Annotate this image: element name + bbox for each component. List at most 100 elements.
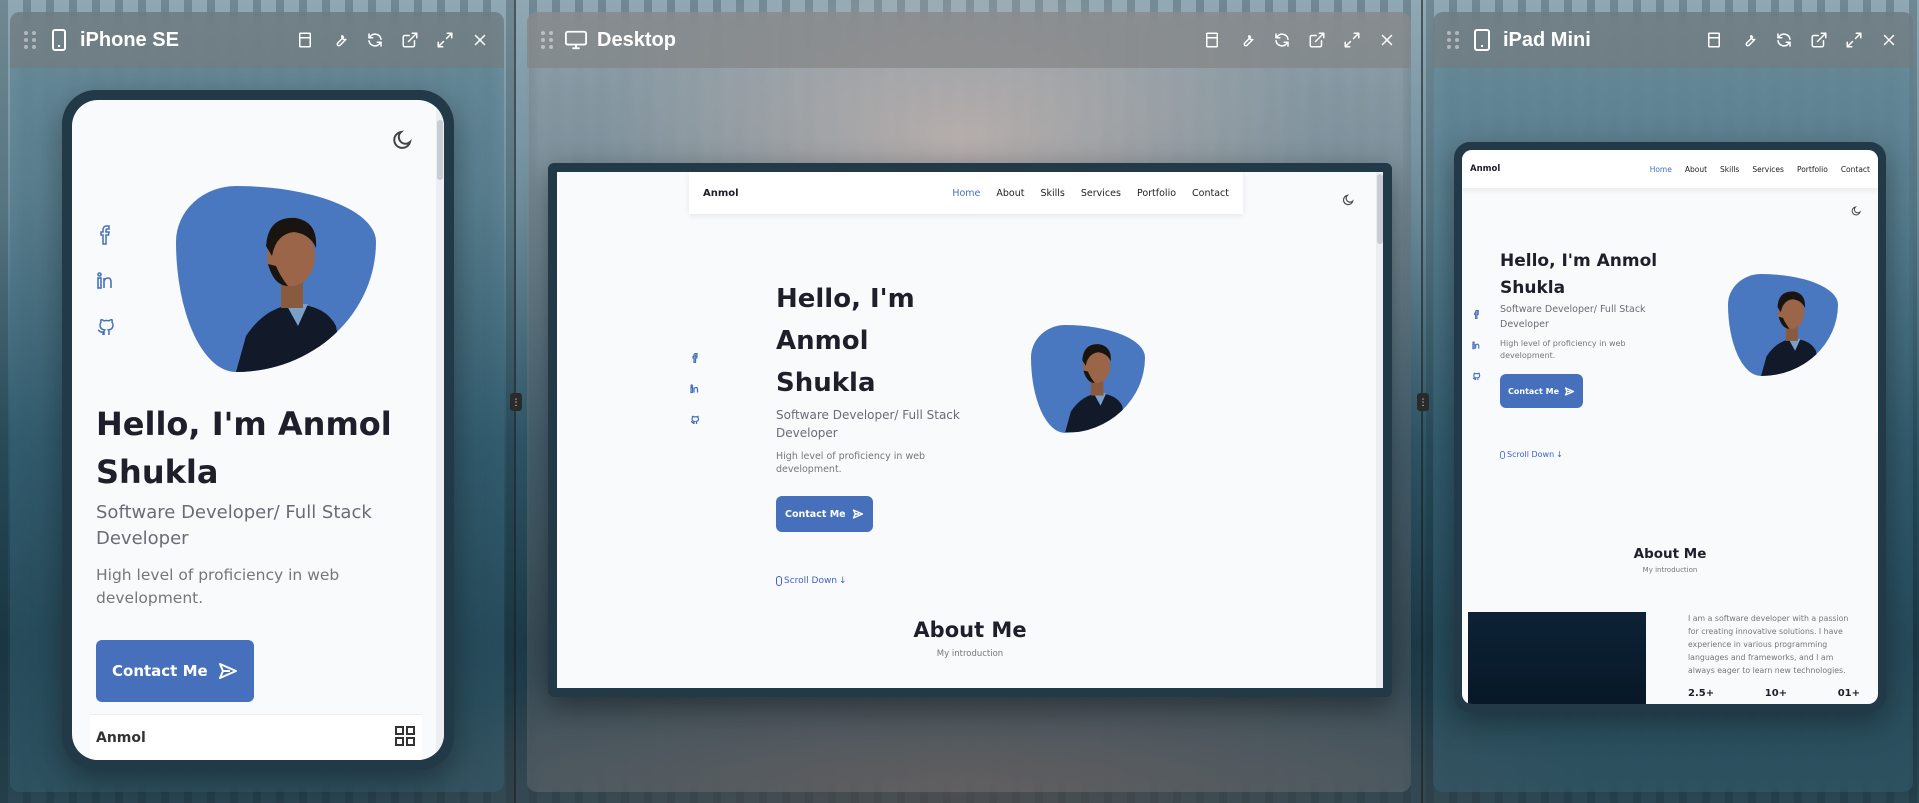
nav-portfolio[interactable]: Portfolio	[1797, 165, 1828, 174]
grid-menu-icon[interactable]	[394, 725, 416, 751]
nav-about[interactable]: About	[996, 188, 1024, 199]
drag-handle-icon[interactable]	[24, 31, 38, 49]
send-icon	[218, 663, 237, 679]
nav-about[interactable]: About	[1685, 165, 1707, 174]
stat-value: 2.5+	[1688, 688, 1715, 699]
about-heading: About Me	[913, 618, 1027, 642]
bookmark-icon[interactable]	[1202, 30, 1222, 50]
bookmark-icon[interactable]	[1704, 30, 1724, 50]
nav-contact[interactable]: Contact	[1841, 165, 1870, 174]
scroll-down-link[interactable]: Scroll Down ↓	[776, 576, 966, 586]
maximize-icon[interactable]	[435, 30, 455, 50]
moon-icon[interactable]	[390, 128, 414, 156]
about-subtitle: My introduction	[936, 649, 1004, 659]
hero-description: High level of proficiency in web develop…	[1500, 339, 1626, 360]
about-heading: About Me	[1633, 546, 1707, 562]
about-image	[1468, 612, 1646, 704]
brand-logo[interactable]: Anmol	[1470, 164, 1500, 174]
github-icon[interactable]	[96, 317, 116, 341]
drag-handle-icon[interactable]	[541, 31, 555, 49]
profile-photo	[1031, 325, 1145, 433]
close-icon[interactable]	[1879, 30, 1899, 50]
nav-services[interactable]: Services	[1752, 165, 1784, 174]
nav-portfolio[interactable]: Portfolio	[1137, 188, 1176, 199]
maximize-icon[interactable]	[1342, 30, 1362, 50]
mouse-icon	[1500, 450, 1505, 459]
hero-title: Hello, I'm Anmol Shukla	[96, 405, 392, 491]
ipad-screen[interactable]: Anmol Home About Skills Services Portfol…	[1462, 150, 1878, 704]
panel-header: iPad Mini	[1433, 12, 1913, 68]
monitor-icon	[565, 28, 587, 52]
desktop-device-frame: Anmol Home About Skills Services Portfol…	[548, 163, 1392, 697]
facebook-icon[interactable]	[690, 348, 700, 367]
moon-icon[interactable]	[1850, 202, 1862, 221]
profile-photo	[176, 186, 376, 372]
desktop-screen[interactable]: Anmol Home About Skills Services Portfol…	[557, 172, 1383, 688]
hero-subtitle: Software Developer/ Full Stack Developer	[96, 502, 372, 549]
close-icon[interactable]	[470, 30, 490, 50]
hero-description: High level of proficiency in web develop…	[96, 566, 340, 607]
panel-title: Desktop	[597, 28, 676, 51]
facebook-icon[interactable]	[1472, 304, 1481, 323]
panel-header: iPhone SE	[10, 12, 504, 68]
mouse-icon	[776, 576, 782, 586]
github-icon[interactable]	[690, 410, 700, 429]
nav-home[interactable]: Home	[1650, 165, 1672, 174]
send-icon	[852, 509, 863, 519]
send-icon	[1564, 386, 1575, 396]
wrench-icon[interactable]	[1237, 30, 1257, 50]
close-icon[interactable]	[1377, 30, 1397, 50]
about-subtitle: My introduction	[1642, 566, 1698, 574]
panel-title: iPad Mini	[1503, 28, 1591, 51]
nav-services[interactable]: Services	[1081, 188, 1121, 199]
nav-skills[interactable]: Skills	[1720, 165, 1739, 174]
refresh-icon[interactable]	[1272, 30, 1292, 50]
hero-title: Hello, I'm Anmol Shukla	[776, 284, 915, 398]
bookmark-icon[interactable]	[295, 30, 315, 50]
external-link-icon[interactable]	[1809, 30, 1829, 50]
stat-value: 10+	[1764, 688, 1788, 699]
contact-me-button[interactable]: Contact Me	[776, 496, 873, 532]
hero-subtitle: Software Developer/ Full Stack Developer	[1500, 304, 1646, 330]
facebook-icon[interactable]	[96, 225, 116, 249]
panel-title: iPhone SE	[80, 28, 179, 51]
external-link-icon[interactable]	[1307, 30, 1327, 50]
iphone-device-frame: Hello, I'm Anmol Shukla Software Develop…	[62, 90, 454, 770]
linkedin-icon[interactable]	[1472, 335, 1481, 354]
profile-photo	[1728, 274, 1838, 376]
mobile-nav-bar: Anmol	[90, 714, 422, 760]
site-navbar: Anmol Home About Skills Services Portfol…	[689, 172, 1243, 214]
wrench-icon[interactable]	[330, 30, 350, 50]
hero-description: High level of proficiency in web develop…	[776, 451, 926, 475]
scrollbar[interactable]	[436, 100, 444, 760]
linkedin-icon[interactable]	[690, 379, 700, 398]
refresh-icon[interactable]	[1774, 30, 1794, 50]
panel-header: Desktop	[527, 12, 1411, 68]
github-icon[interactable]	[1472, 366, 1481, 385]
nav-home[interactable]: Home	[952, 188, 980, 199]
resize-handle-icon[interactable]: ⋮	[510, 393, 522, 411]
hero-title: Hello, I'm Anmol Shukla	[1500, 251, 1658, 298]
brand-logo[interactable]: Anmol	[703, 188, 739, 199]
brand-logo[interactable]: Anmol	[96, 730, 146, 746]
external-link-icon[interactable]	[400, 30, 420, 50]
maximize-icon[interactable]	[1844, 30, 1864, 50]
nav-skills[interactable]: Skills	[1040, 188, 1064, 199]
scroll-down-link[interactable]: Scroll Down ↓	[1500, 450, 1670, 459]
scrollbar[interactable]	[1376, 172, 1383, 688]
wrench-icon[interactable]	[1739, 30, 1759, 50]
phone-icon	[48, 28, 70, 52]
resize-handle-icon[interactable]: ⋮	[1417, 393, 1429, 411]
contact-me-button[interactable]: Contact Me	[1500, 374, 1584, 408]
about-text: I am a software developer with a passion…	[1688, 614, 1849, 675]
stat-value: 01+	[1837, 688, 1860, 699]
hero-subtitle: Software Developer/ Full Stack Developer	[776, 408, 960, 440]
moon-icon[interactable]	[1341, 192, 1355, 211]
linkedin-icon[interactable]	[96, 271, 116, 295]
refresh-icon[interactable]	[365, 30, 385, 50]
iphone-screen[interactable]: Hello, I'm Anmol Shukla Software Develop…	[72, 100, 444, 760]
site-navbar: Anmol Home About Skills Services Portfol…	[1462, 150, 1878, 188]
drag-handle-icon[interactable]	[1447, 31, 1461, 49]
nav-contact[interactable]: Contact	[1192, 188, 1229, 199]
contact-me-button[interactable]: Contact Me	[96, 640, 254, 702]
